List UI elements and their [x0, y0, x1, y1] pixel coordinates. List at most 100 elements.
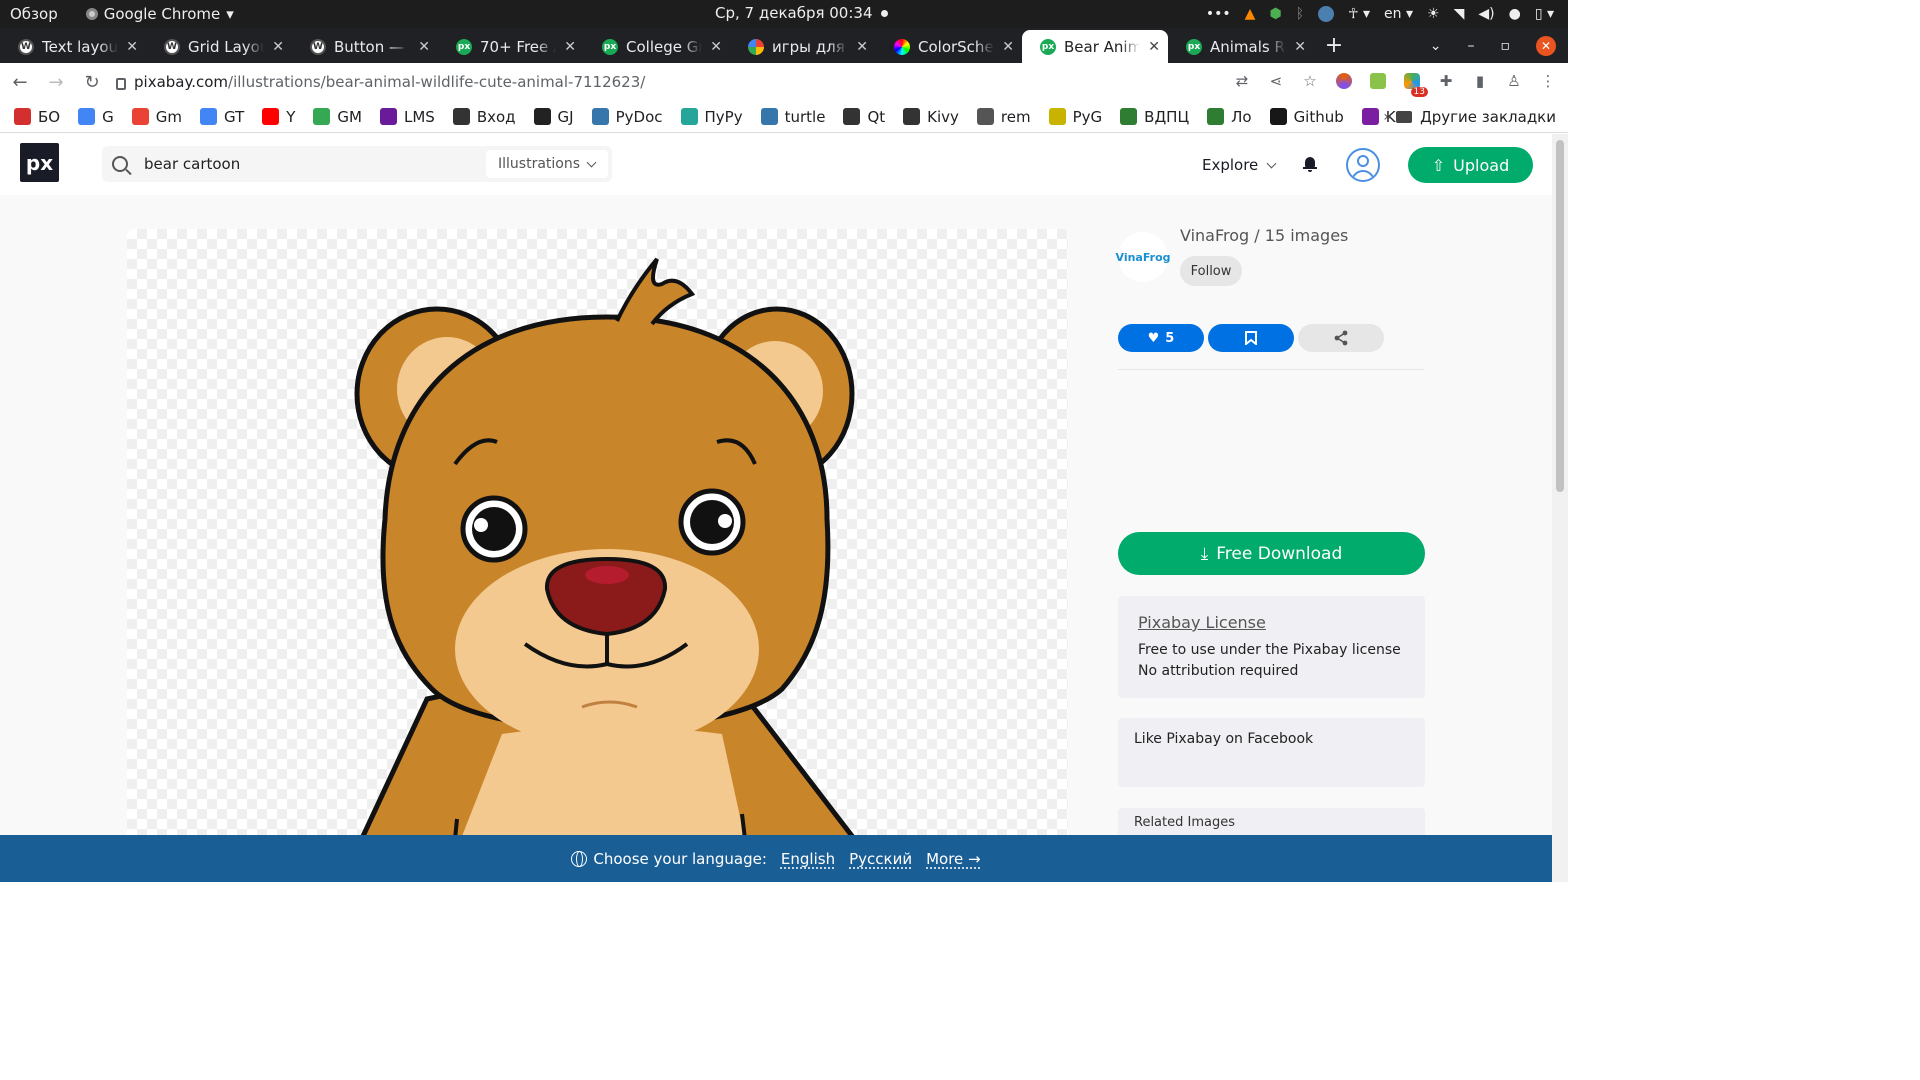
- follow-button[interactable]: Follow: [1180, 256, 1242, 286]
- back-icon[interactable]: ←: [4, 72, 36, 93]
- like-button[interactable]: ♥ 5: [1118, 324, 1204, 352]
- media-type-dropdown[interactable]: Illustrations: [486, 150, 608, 178]
- bookmark-item[interactable]: PyG: [1048, 108, 1102, 126]
- license-link[interactable]: Pixabay License: [1138, 613, 1405, 632]
- close-tab-icon[interactable]: ✕: [418, 39, 430, 55]
- bookmark-item[interactable]: GT: [199, 108, 244, 126]
- bookmark-item[interactable]: G: [78, 108, 114, 126]
- bookmark-star-icon[interactable]: ☆: [1300, 71, 1320, 91]
- brightness-icon[interactable]: ☀: [1427, 6, 1440, 22]
- search-input[interactable]: [144, 155, 474, 173]
- avatar[interactable]: [1346, 148, 1380, 182]
- keyboard-layout[interactable]: en ▾: [1384, 6, 1413, 22]
- tab-text-layout[interactable]: W Text layout ✕: [0, 30, 146, 63]
- close-window-icon[interactable]: ✕: [1536, 36, 1556, 56]
- language-more-link[interactable]: More →: [926, 850, 981, 868]
- close-tab-icon[interactable]: ✕: [1002, 39, 1014, 55]
- tab-colorscheme[interactable]: ColorScheme ✕: [876, 30, 1022, 63]
- lock-icon[interactable]: [116, 78, 126, 90]
- maximize-icon[interactable]: ▫: [1501, 38, 1511, 54]
- close-tab-icon[interactable]: ✕: [856, 39, 868, 55]
- bookmark-item[interactable]: LMS: [380, 108, 435, 126]
- bookmark-item[interactable]: Gm: [131, 108, 182, 126]
- toolbar-actions: ⇄ ⋖ ☆ 13 ✚ ▮ ♙ ⋮: [1232, 71, 1558, 97]
- bookmarks-overflow-icon[interactable]: »: [1383, 109, 1392, 125]
- shield-icon[interactable]: ⬢: [1269, 6, 1281, 22]
- tab-button[interactable]: W Button — K ✕: [292, 30, 438, 63]
- app-menu[interactable]: Google Chrome ▾: [85, 5, 234, 23]
- bookmark-item[interactable]: ПуРу: [680, 108, 743, 126]
- share-button[interactable]: [1298, 324, 1384, 352]
- bookmark-item[interactable]: Вход: [452, 108, 516, 126]
- tab-search-icon[interactable]: ⌄: [1430, 38, 1442, 54]
- vlc-icon[interactable]: ▲: [1245, 6, 1256, 22]
- bookmark-item[interactable]: БО: [14, 108, 60, 126]
- bookmark-item[interactable]: rem: [976, 108, 1031, 126]
- scrollbar-thumb[interactable]: [1556, 140, 1564, 492]
- author-name[interactable]: VinaFrog / 15 images: [1180, 226, 1348, 245]
- tab-college-gra[interactable]: px College Gra ✕: [584, 30, 730, 63]
- tab-animals-ro[interactable]: px Animals Ro ✕: [1168, 30, 1314, 63]
- clock[interactable]: Ср, 7 декабря 00:34: [715, 4, 888, 22]
- close-tab-icon[interactable]: ✕: [1148, 39, 1160, 55]
- close-tab-icon[interactable]: ✕: [1294, 39, 1306, 55]
- tab-free-ac[interactable]: px 70+ Free Ac ✕: [438, 30, 584, 63]
- extension-green-icon[interactable]: [1368, 71, 1388, 91]
- extension-firefox-icon[interactable]: [1334, 71, 1354, 91]
- forward-icon[interactable]: →: [40, 72, 72, 93]
- main-image[interactable]: [127, 229, 1068, 849]
- new-tab-icon[interactable]: +: [1314, 33, 1354, 58]
- upload-button[interactable]: ⇧ Upload: [1408, 147, 1533, 183]
- bookmark-button[interactable]: [1208, 324, 1294, 352]
- bookmark-item[interactable]: Github: [1269, 108, 1344, 126]
- more-dots-icon[interactable]: •••: [1206, 6, 1231, 22]
- close-tab-icon[interactable]: ✕: [126, 39, 138, 55]
- globe-tray-icon[interactable]: [1318, 6, 1335, 22]
- bookmark-item[interactable]: ВДПЦ: [1120, 108, 1189, 126]
- bookmark-icon: [1245, 331, 1257, 345]
- activities-button[interactable]: Обзор: [10, 5, 58, 23]
- minimize-icon[interactable]: –: [1468, 38, 1475, 54]
- profile-icon[interactable]: ♙: [1504, 71, 1524, 91]
- share-icon[interactable]: ⋖: [1266, 71, 1286, 91]
- bookmark-item[interactable]: turtle: [760, 108, 825, 126]
- extensions-puzzle-icon[interactable]: ✚: [1436, 71, 1456, 91]
- search-icon[interactable]: [112, 156, 128, 172]
- accessibility-icon[interactable]: ☥ ▾: [1348, 6, 1370, 22]
- bluetooth-icon[interactable]: ᛒ: [1296, 6, 1304, 22]
- bookmark-item[interactable]: PyDoc: [591, 108, 663, 126]
- bookmark-item[interactable]: Kivy: [903, 108, 959, 126]
- close-tab-icon[interactable]: ✕: [272, 39, 284, 55]
- other-bookmarks-folder[interactable]: Другие закладки: [1396, 108, 1556, 126]
- close-tab-icon[interactable]: ✕: [564, 39, 576, 55]
- close-tab-icon[interactable]: ✕: [710, 39, 722, 55]
- language-russian-link[interactable]: Русский: [849, 850, 912, 868]
- translate-icon[interactable]: ⇄: [1232, 71, 1252, 91]
- bookmark-item[interactable]: Ло: [1207, 108, 1252, 126]
- language-english-link[interactable]: English: [781, 850, 835, 868]
- bell-icon[interactable]: [1303, 157, 1317, 172]
- bookmark-label: Kivy: [927, 107, 959, 126]
- bookmark-item[interactable]: GJ: [533, 108, 574, 126]
- tab-google-games[interactable]: игры для д ✕: [730, 30, 876, 63]
- bookmark-item[interactable]: Y: [262, 108, 295, 126]
- microphone-icon[interactable]: ●: [1509, 6, 1521, 22]
- free-download-button[interactable]: ⤓ Free Download: [1118, 532, 1425, 575]
- side-panel-icon[interactable]: ▮: [1470, 71, 1490, 91]
- reload-icon[interactable]: ↻: [76, 72, 108, 93]
- menu-kebab-icon[interactable]: ⋮: [1538, 71, 1558, 91]
- bookmark-item[interactable]: GM: [313, 108, 362, 126]
- address-bar[interactable]: pixabay.com/illustrations/bear-animal-wi…: [116, 67, 1256, 97]
- extension-colorful-icon[interactable]: 13: [1402, 71, 1428, 97]
- pixabay-logo[interactable]: px: [20, 143, 59, 182]
- wifi-icon[interactable]: ◥: [1454, 6, 1465, 22]
- author-avatar[interactable]: VinaFrog: [1116, 232, 1171, 282]
- tab-bear-animal[interactable]: px Bear Anima ✕: [1022, 30, 1168, 63]
- page-scrollbar[interactable]: [1552, 134, 1568, 882]
- search-bar[interactable]: Illustrations: [102, 146, 612, 182]
- explore-menu[interactable]: Explore: [1202, 156, 1277, 174]
- volume-icon[interactable]: ◀): [1478, 6, 1494, 22]
- bookmark-item[interactable]: Qt: [843, 108, 885, 126]
- battery-icon[interactable]: ▯ ▾: [1535, 6, 1554, 22]
- tab-grid-layout[interactable]: W Grid Layout ✕: [146, 30, 292, 63]
